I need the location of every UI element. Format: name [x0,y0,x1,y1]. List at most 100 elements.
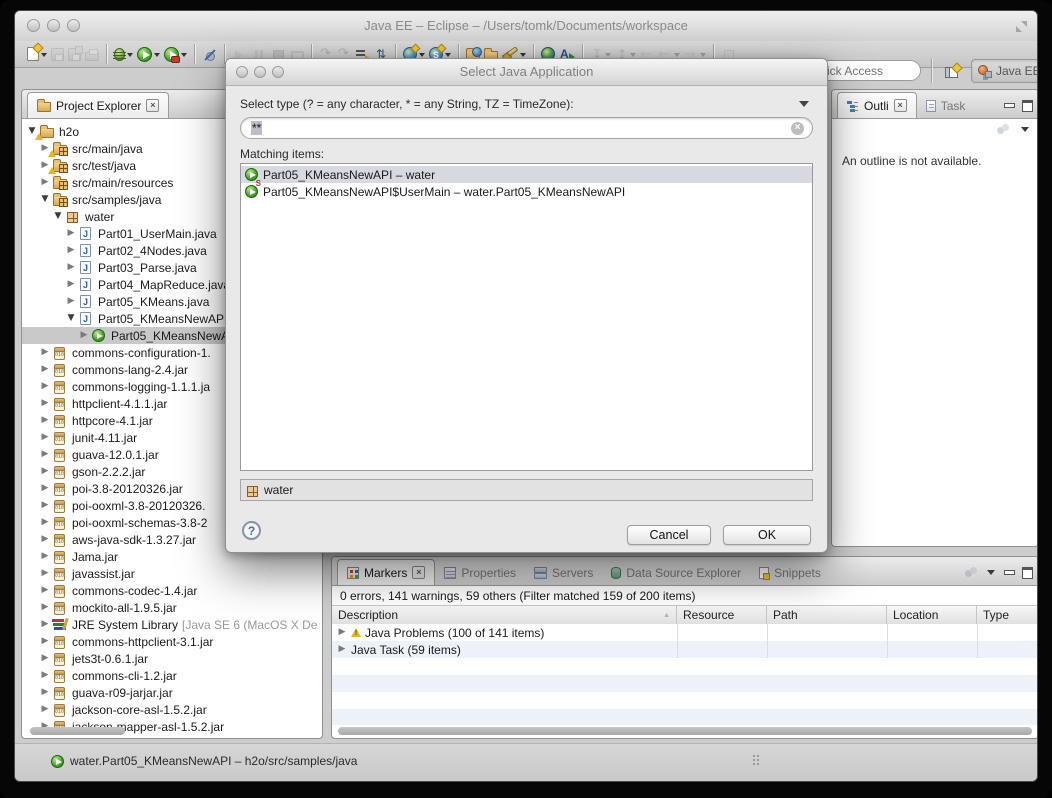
column-header-location[interactable]: Location [887,606,977,624]
expand-arrow-icon[interactable] [39,412,51,429]
expand-arrow-icon[interactable] [39,650,51,667]
markers-row[interactable]: Java Task (59 items) [332,641,1038,658]
jar-icon [54,671,65,683]
view-menu-icon[interactable] [1020,124,1030,134]
tree-item[interactable]: commons-httpclient-3.1.jar [22,633,322,650]
ok-button[interactable]: OK [723,525,811,545]
expand-arrow-icon[interactable] [39,684,51,701]
expand-arrow-icon[interactable] [39,514,51,531]
expand-arrow-icon[interactable] [39,191,51,208]
expand-arrow-icon[interactable] [65,293,77,310]
close-window-button[interactable] [27,19,40,32]
tab-snippets[interactable]: Snippets [750,560,830,585]
expand-arrow-icon[interactable] [39,463,51,480]
expand-arrow-icon[interactable] [39,599,51,616]
new-wizard-button[interactable] [25,42,49,66]
skip-all-breakpoints-button[interactable] [200,42,219,66]
expand-arrow-icon[interactable] [39,531,51,548]
expand-arrow-icon[interactable] [39,429,51,446]
expand-arrow-icon[interactable] [65,225,77,242]
horizontal-scrollbar[interactable] [30,727,125,735]
tree-item[interactable]: JRE System Library[Java SE 6 (MacOS X De [22,616,322,633]
expand-arrow-icon[interactable] [39,701,51,718]
tree-item[interactable]: jackson-core-asl-1.5.2.jar [22,701,322,718]
column-header-type[interactable]: Type [977,606,1038,624]
expand-arrow-icon[interactable] [78,327,90,344]
debug-button[interactable] [112,42,135,66]
dialog-zoom-button[interactable] [272,66,284,78]
expand-arrow-icon[interactable] [39,446,51,463]
expand-arrow-icon[interactable] [39,667,51,684]
run-button[interactable] [135,42,162,66]
tree-item[interactable]: jets3t-0.6.1.jar [22,650,322,667]
tab-close-icon[interactable] [894,99,907,112]
clear-filter-icon[interactable] [791,122,804,135]
horizontal-scrollbar[interactable] [338,727,1032,735]
maximize-view-icon[interactable] [1021,567,1032,577]
expand-arrow-icon[interactable] [65,310,77,327]
tab-markers[interactable]: Markers [337,559,435,585]
tree-item[interactable]: commons-codec-1.4.jar [22,582,322,599]
minimize-view-icon[interactable] [1003,100,1014,110]
tab-close-icon[interactable] [412,566,425,579]
tree-item[interactable]: commons-cli-1.2.jar [22,667,322,684]
tab-data-source-explorer[interactable]: Data Source Explorer [602,560,750,585]
expand-arrow-icon[interactable] [39,548,51,565]
expand-arrow-icon[interactable] [39,633,51,650]
type-filter-input[interactable]: ** [240,117,813,139]
tab-outline[interactable]: Outli [837,92,917,118]
window-titlebar[interactable]: Java EE – Eclipse – /Users/tomk/Document… [15,11,1037,42]
dialog-minimize-button[interactable] [254,66,266,78]
expand-arrow-icon[interactable] [39,344,51,361]
tree-item[interactable]: mockito-all-1.9.5.jar [22,599,322,616]
perspective-java-ee-button[interactable]: Java EE [971,59,1038,83]
expand-arrow-icon[interactable] [336,641,348,658]
tab-task[interactable]: Task [917,93,975,118]
expand-arrow-icon[interactable] [65,276,77,293]
run-external-button[interactable] [162,42,189,66]
matching-item[interactable]: Part05_KMeansNewAPI – water [241,166,812,183]
fullscreen-icon[interactable] [1016,21,1027,32]
matching-item[interactable]: Part05_KMeansNewAPI$UserMain – water.Par… [241,183,812,200]
expand-arrow-icon[interactable] [39,395,51,412]
expand-arrow-icon[interactable] [65,242,77,259]
tree-item[interactable]: guava-r09-jarjar.jar [22,684,322,701]
zoom-window-button[interactable] [67,19,80,32]
expand-arrow-icon[interactable] [39,497,51,514]
tab-project-explorer[interactable]: Project Explorer [27,92,169,118]
help-button[interactable]: ? [242,521,261,540]
tree-item[interactable]: javassist.jar [22,565,322,582]
drag-grip-icon[interactable] [753,755,761,767]
markers-row[interactable]: Java Problems (100 of 141 items) [332,624,1038,641]
maximize-view-icon[interactable] [1021,100,1032,110]
tree-item-icon-wrap [51,431,68,445]
expand-arrow-icon[interactable] [39,565,51,582]
minimize-view-icon[interactable] [1003,567,1014,577]
expand-arrow-icon[interactable] [39,582,51,599]
expand-arrow-icon[interactable] [39,361,51,378]
runnable-class-icon [51,755,64,768]
column-header-path[interactable]: Path [767,606,887,624]
tab-servers[interactable]: Servers [525,560,602,585]
column-header-description[interactable]: Description▲ [332,606,677,624]
markers-cell [767,641,887,658]
open-perspective-button[interactable] [939,61,963,83]
dialog-close-button[interactable] [236,66,248,78]
filter-menu-arrow-icon[interactable] [799,101,809,107]
dialog-titlebar[interactable]: Select Java Application [226,59,827,86]
column-header-resource[interactable]: Resource [677,606,767,624]
tree-item-label: javassist.jar [72,567,135,581]
view-menu-icon[interactable] [986,567,996,577]
expand-arrow-icon[interactable] [39,378,51,395]
expand-arrow-icon[interactable] [65,259,77,276]
tab-close-icon[interactable] [146,99,159,112]
expand-arrow-icon[interactable] [52,208,64,225]
expand-arrow-icon[interactable] [336,624,348,641]
cancel-button[interactable]: Cancel [627,525,711,545]
tab-properties[interactable]: Properties [435,560,525,585]
expand-arrow-icon[interactable] [39,480,51,497]
expand-arrow-icon[interactable] [39,174,51,191]
expand-arrow-icon[interactable] [39,616,51,633]
minimize-window-button[interactable] [47,19,60,32]
perspective-label: Java EE [996,64,1038,78]
